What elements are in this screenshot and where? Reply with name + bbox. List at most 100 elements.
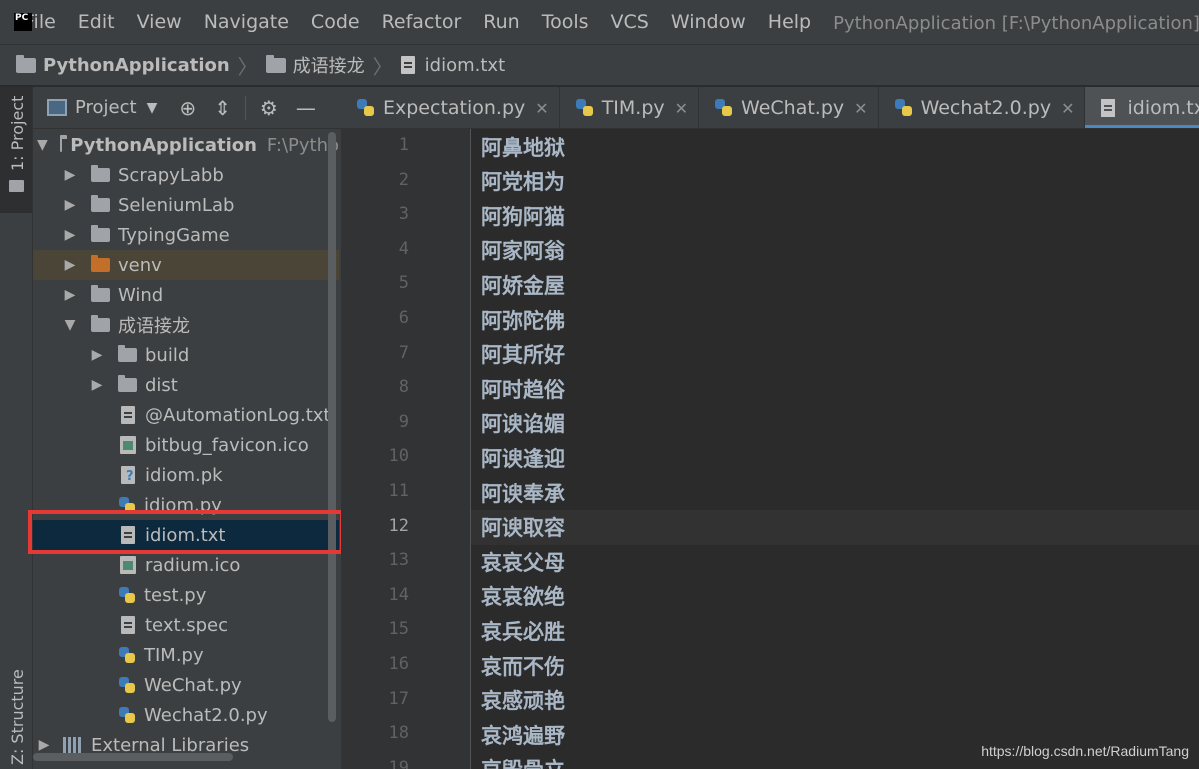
tree-item[interactable]: test.py: [33, 580, 339, 610]
tree-item-label: Wechat2.0.py: [144, 704, 268, 726]
code-line[interactable]: 阿弥陀佛: [471, 302, 1199, 337]
close-icon[interactable]: ✕: [535, 99, 548, 118]
tree-item[interactable]: ▶ TypingGame: [33, 220, 339, 250]
tree-item[interactable]: text.spec: [33, 610, 339, 640]
tree-item[interactable]: WeChat.py: [33, 670, 339, 700]
chevron-down-icon[interactable]: ▼: [147, 100, 158, 116]
tab-expectation-py[interactable]: Expectation.py ✕: [341, 87, 560, 128]
tab-wechat-py[interactable]: WeChat.py ✕: [699, 87, 879, 128]
code-line[interactable]: 阿娇金屋: [471, 267, 1199, 302]
code-line[interactable]: 阿时趋俗: [471, 371, 1199, 406]
breadcrumb-folder[interactable]: 成语接龙: [265, 52, 365, 78]
code-line[interactable]: 哀感顽艳: [471, 683, 1199, 718]
tree-item-label: dist: [145, 374, 178, 396]
tree-item[interactable]: TIM.py: [33, 640, 339, 670]
menu-run[interactable]: Run: [483, 11, 519, 33]
menu-help[interactable]: Help: [768, 11, 811, 33]
tree-item-label: build: [145, 344, 190, 366]
code-line[interactable]: 阿其所好: [471, 337, 1199, 372]
project-tool-tab-label: 1: Project: [8, 95, 27, 171]
tree-item[interactable]: ▶ Wind: [33, 280, 339, 310]
vertical-scrollbar[interactable]: [328, 132, 336, 722]
tree-item-label: 成语接龙: [118, 316, 190, 337]
code-line[interactable]: 阿党相为: [471, 164, 1199, 199]
tab-idiom-txt[interactable]: idiom.txt ✕: [1085, 87, 1199, 128]
structure-tool-tab[interactable]: Z: Structure: [8, 669, 27, 765]
menu-vcs[interactable]: VCS: [611, 11, 649, 33]
chevron-right-icon[interactable]: ▶: [63, 287, 77, 303]
line-number: 15: [388, 619, 409, 640]
tree-item[interactable]: bitbug_favicon.ico: [33, 430, 339, 460]
tree-item[interactable]: radium.ico: [33, 550, 339, 580]
menu-refactor[interactable]: Refactor: [382, 11, 462, 33]
menu-window[interactable]: Window: [671, 11, 746, 33]
tree-item[interactable]: ▶ ScrapyLabb: [33, 160, 339, 190]
chevron-right-icon[interactable]: ▶: [63, 197, 77, 213]
tab-tim-py[interactable]: TIM.py ✕: [560, 87, 700, 128]
menu-tools[interactable]: Tools: [542, 11, 589, 33]
code-line[interactable]: 阿狗阿猫: [471, 198, 1199, 233]
code-line[interactable]: 哀兵必胜: [471, 613, 1199, 648]
breadcrumb-project[interactable]: PythonApplication: [16, 54, 230, 76]
chevron-right-icon[interactable]: ▶: [90, 377, 104, 393]
tree-item[interactable]: ▶ build: [33, 340, 339, 370]
line-number: 11: [388, 481, 409, 501]
image-file-icon: [120, 556, 136, 574]
tree-item-label: Wind: [118, 284, 164, 306]
line-number: 8: [398, 377, 409, 398]
menu-bar: PC File Edit View Navigate Code Refactor…: [0, 0, 1199, 44]
close-icon[interactable]: ✕: [854, 99, 867, 118]
chevron-right-icon[interactable]: ▶: [63, 227, 77, 243]
project-panel-header: Project ▼ ⊕ ⇕ ⚙ —: [33, 87, 341, 129]
tree-item[interactable]: ▶ SeleniumLab: [33, 190, 339, 220]
chevron-down-icon[interactable]: ▼: [63, 317, 77, 333]
code-line[interactable]: 阿谀谄媚: [471, 406, 1199, 441]
tree-root[interactable]: ▼ PythonApplication F:\Pytho: [33, 130, 339, 160]
tree-item[interactable]: idiom.pk: [33, 460, 339, 490]
code-line[interactable]: 阿家阿翁: [471, 233, 1199, 268]
editor-area[interactable]: 阿鼻地狱 阿党相为 阿狗阿猫 阿家阿翁 阿娇金屋 阿弥陀佛 阿其所好 阿时趋俗 阿谀谄媚 阿谀逢迎…: [471, 129, 1199, 769]
line-number: 7: [398, 342, 409, 363]
code-line[interactable]: 哀哀欲绝: [471, 579, 1199, 614]
text-file-icon: [121, 616, 135, 634]
code-line[interactable]: 哀而不伤: [471, 648, 1199, 683]
menu-edit[interactable]: Edit: [78, 11, 115, 33]
code-line[interactable]: 阿谀取容: [471, 509, 1199, 545]
breadcrumb-file[interactable]: idiom.txt: [400, 55, 505, 76]
code-line[interactable]: 阿鼻地狱: [471, 129, 1199, 164]
tree-item[interactable]: ▶ venv: [33, 250, 339, 280]
line-number: 3: [398, 204, 409, 225]
chevron-right-icon[interactable]: ▶: [37, 737, 51, 753]
close-icon[interactable]: ✕: [675, 99, 688, 118]
menu-view[interactable]: View: [137, 11, 182, 33]
tree-item[interactable]: ▼ 成语接龙: [33, 310, 339, 340]
code-line[interactable]: 阿谀逢迎: [471, 440, 1199, 475]
python-file-icon: [118, 706, 136, 724]
project-view-selector[interactable]: Project: [75, 97, 137, 118]
collapse-all-icon[interactable]: ⇕: [214, 96, 231, 120]
gear-icon[interactable]: ⚙: [260, 96, 278, 120]
tree-item[interactable]: Wechat2.0.py: [33, 700, 339, 730]
tree-item-label: venv: [118, 254, 162, 276]
chevron-right-icon[interactable]: ▶: [63, 257, 77, 273]
locate-icon[interactable]: ⊕: [179, 96, 196, 120]
tree-item[interactable]: ▶ dist: [33, 370, 339, 400]
chevron-right-icon[interactable]: ▶: [90, 347, 104, 363]
project-tool-tab[interactable]: 1: Project: [0, 87, 32, 213]
code-line[interactable]: 哀哀父母: [471, 544, 1199, 579]
tree-item-label: test.py: [144, 584, 207, 606]
project-view-icon: [47, 99, 67, 116]
folder-icon: [59, 135, 69, 152]
hide-panel-icon[interactable]: —: [296, 96, 316, 120]
code-line[interactable]: 阿谀奉承: [471, 475, 1199, 510]
line-number: 12: [388, 515, 409, 536]
tab-wechat2-py[interactable]: Wechat2.0.py ✕: [879, 87, 1086, 128]
chevron-down-icon[interactable]: ▼: [37, 137, 48, 153]
menu-code[interactable]: Code: [311, 11, 360, 33]
tree-item[interactable]: @AutomationLog.txt: [33, 400, 339, 430]
text-file-icon: [1101, 99, 1116, 117]
close-icon[interactable]: ✕: [1061, 99, 1074, 118]
horizontal-scrollbar[interactable]: [33, 753, 233, 761]
chevron-right-icon[interactable]: ▶: [63, 167, 77, 183]
menu-navigate[interactable]: Navigate: [204, 11, 289, 33]
